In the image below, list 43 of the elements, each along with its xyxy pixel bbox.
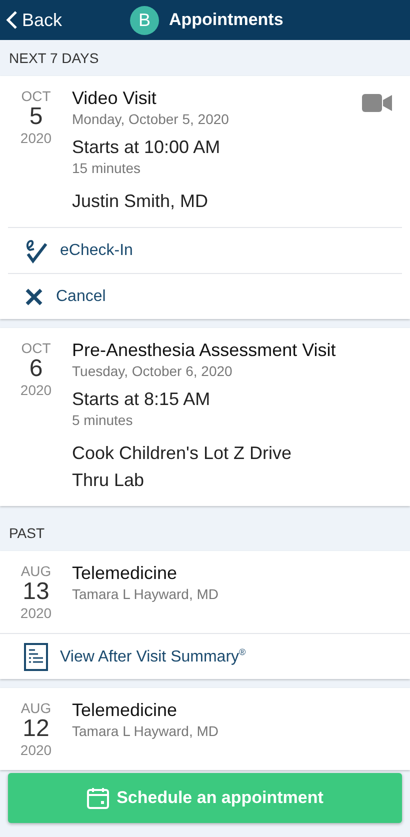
page-title: Appointments: [169, 10, 284, 30]
appointment-date: Tuesday, October 6, 2020: [72, 363, 234, 379]
date-year: 2020: [20, 130, 52, 146]
date-month: AUG: [20, 700, 52, 716]
close-icon: [24, 286, 44, 306]
appointment-title: Pre-Anesthesia Assessment Visit: [72, 340, 337, 361]
start-time: Starts at 10:00 AM: [72, 137, 222, 158]
appointment-card[interactable]: OCT 6 2020 Pre-Anesthesia Assessment Visit Tuesday, October 6, 2020 Starts at 8:15 AM 5 minutes Cook Children's Lot Z Drive Thru Lab: [0, 328, 410, 506]
appointment-detail: Cook Children's Lot Z Drive Thru Lab: [72, 442, 293, 492]
start-time: Starts at 8:15 AM: [72, 389, 212, 410]
date-day: 12: [22, 716, 50, 742]
date-year: 2020: [20, 605, 52, 621]
duration: 15 minutes: [72, 160, 142, 176]
check-icon: [24, 238, 48, 264]
cancel-button[interactable]: Cancel: [8, 273, 402, 319]
chevron-left-icon: [6, 10, 18, 30]
appointment-date: Monday, October 5, 2020: [72, 111, 230, 127]
appointment-title: Telemedicine: [72, 563, 178, 584]
duration: 5 minutes: [72, 412, 134, 428]
date-month: OCT: [21, 88, 51, 104]
back-button[interactable]: Back: [0, 8, 68, 32]
appointment-card[interactable]: AUG 13 2020 Telemedicine Tamara L Hayward, MD View After Visit Summary$^{®}$: [0, 551, 410, 679]
date-month: OCT: [21, 340, 51, 356]
appointment-detail: Justin Smith, MD: [72, 190, 210, 213]
date-year: 2020: [20, 382, 52, 398]
calendar-icon: [86, 787, 109, 809]
appointment-card[interactable]: OCT 5 2020 Video Visit Monday, October 5, 2020 Starts at 10:00 AM 15 minutes Justin Smith, MD eCheck-In Cancel: [0, 76, 410, 319]
section-header: NEXT 7 DAYS: [8, 49, 100, 68]
appointment-title: Telemedicine: [72, 700, 178, 721]
summary-link[interactable]: View After Visit Summary$^{®}$: [0, 633, 410, 679]
avatar: B: [130, 6, 159, 34]
provider-name: Tamara L Hayward, MD: [72, 723, 220, 739]
appointment-title: Video Visit: [72, 88, 158, 109]
date-month: AUG: [20, 563, 52, 579]
echeckin-button[interactable]: eCheck-In: [8, 227, 402, 273]
date-year: 2020: [20, 742, 52, 758]
date-day: 5: [29, 104, 43, 130]
section-header: PAST: [8, 524, 46, 543]
appointment-card[interactable]: AUG 12 2020 Telemedicine Tamara L Hayward, MD: [0, 688, 410, 770]
date-day: 13: [22, 579, 50, 605]
document-icon: [24, 642, 48, 670]
provider-name: Tamara L Hayward, MD: [72, 586, 220, 602]
date-day: 6: [29, 356, 43, 382]
